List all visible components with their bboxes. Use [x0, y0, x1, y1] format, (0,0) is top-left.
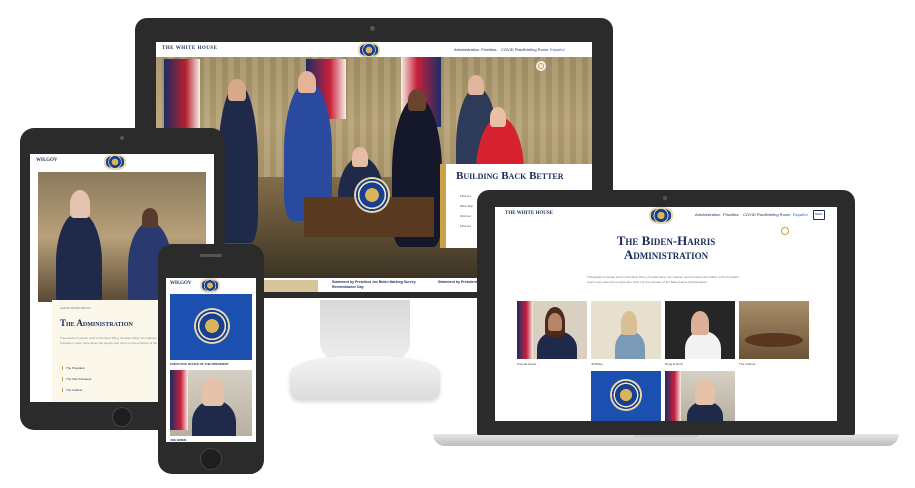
laptop-brand[interactable]: THE WHITE HOUSE [505, 211, 553, 216]
tablet-link-president[interactable]: The President [62, 366, 85, 370]
tablet-kicker: LEARN MORE ABOUT [60, 306, 91, 310]
laptop-card-eop[interactable] [591, 371, 661, 421]
phone-brand[interactable]: WH.GOV [170, 281, 192, 286]
search-icon[interactable] [781, 227, 789, 235]
tablet-brand[interactable]: WH.GOV [36, 158, 58, 163]
phone-speaker [200, 254, 222, 257]
phone-caption-president[interactable]: JOE BIDEN [170, 438, 186, 442]
home-button[interactable] [200, 448, 222, 470]
laptop-frame: THE WHITE HOUSE Administration Prioritie… [477, 190, 855, 435]
laptop-caption-doug[interactable]: Doug Emhoff [665, 362, 682, 366]
laptop-card-jill[interactable] [591, 301, 661, 359]
phone-screen: WH.GOV EXECUTIVE OFFICE OF THE PRESIDENT… [166, 278, 256, 442]
laptop-nav-covid[interactable]: COVID Plan [743, 212, 765, 217]
desktop-statement-2[interactable]: Statement by President [438, 280, 477, 284]
menu-label: MENU [815, 213, 823, 216]
camera-dot [370, 26, 375, 31]
laptop-screen: THE WHITE HOUSE Administration Prioritie… [495, 207, 837, 421]
laptop-nav-espanol[interactable]: Español [793, 212, 807, 217]
camera-dot [120, 136, 124, 140]
desktop-hero-heading: Building Back Better [456, 170, 564, 182]
desktop-statement-1[interactable]: Statement by President Joe Biden Marking… [332, 280, 432, 290]
phone-president-photo [170, 370, 252, 436]
tablet-seal-logo[interactable] [106, 156, 124, 168]
laptop-base [433, 434, 899, 446]
camera-dot [663, 196, 667, 200]
tablet-link-cabinet[interactable]: The Cabinet [62, 388, 82, 392]
laptop-intro: Thousands of people work in the West Win… [587, 275, 740, 284]
desktop-hero-item[interactable]: Find out [460, 194, 471, 198]
menu-icon[interactable]: MENU [813, 210, 825, 220]
laptop-card-cabinet[interactable] [739, 301, 809, 359]
desktop-nav-priorities[interactable]: Priorities [481, 47, 497, 52]
tablet-link-vp[interactable]: The Vice President [62, 377, 91, 381]
desktop-brand[interactable]: THE WHITE HOUSE [162, 46, 217, 51]
desktop-hero-item[interactable]: Find out [460, 224, 471, 228]
desktop-nav-espanol[interactable]: Español [550, 47, 564, 52]
phone-caption-eop[interactable]: EXECUTIVE OFFICE OF THE PRESIDENT [170, 362, 229, 366]
laptop-nav-priorities[interactable]: Priorities [723, 212, 739, 217]
laptop-card-president[interactable] [665, 371, 735, 421]
desktop-nav-briefing[interactable]: Briefing Room [523, 47, 548, 52]
laptop-seal-logo[interactable] [651, 209, 671, 222]
laptop-card-doug[interactable] [665, 301, 735, 359]
search-icon[interactable] [536, 61, 546, 71]
tablet-title: The Administration [60, 318, 133, 328]
desktop-hero-item[interactable]: More Sup [460, 204, 473, 208]
desktop-nav-covid[interactable]: COVID Plan [501, 47, 523, 52]
desktop-hero-item[interactable]: Find out [460, 214, 471, 218]
laptop-caption-kamala[interactable]: Kamala Harris [517, 362, 536, 366]
phone-frame: WH.GOV EXECUTIVE OFFICE OF THE PRESIDENT… [158, 244, 264, 474]
desktop-monitor [290, 300, 440, 400]
desktop-side-strip [440, 164, 446, 248]
laptop-title-line2: Administration [623, 247, 709, 262]
laptop-nav-briefing[interactable]: Briefing Room [765, 212, 790, 217]
phone-seal-logo[interactable] [202, 280, 218, 291]
home-button[interactable] [112, 407, 132, 427]
phone-eop-card [170, 294, 252, 360]
desktop-seal-logo[interactable] [360, 44, 378, 56]
laptop-caption-jill[interactable]: Jill Biden [591, 362, 603, 366]
laptop-card-kamala[interactable] [517, 301, 587, 359]
laptop-caption-cabinet[interactable]: The Cabinet [739, 362, 755, 366]
desktop-nav-administration[interactable]: Administration [454, 47, 479, 52]
laptop-nav-administration[interactable]: Administration [695, 212, 720, 217]
